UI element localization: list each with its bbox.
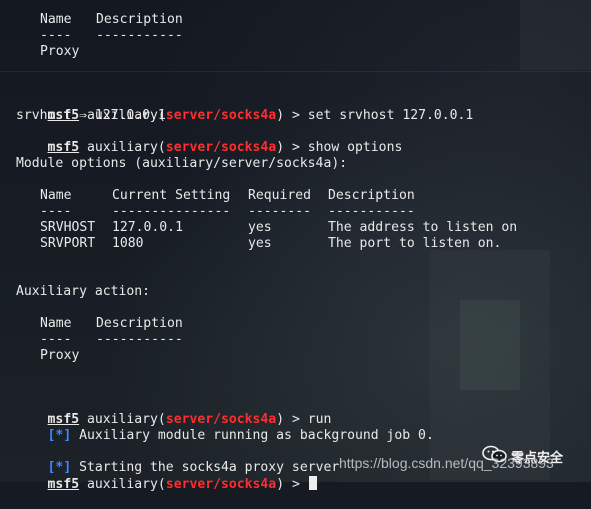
command-text: set srvhost 127.0.0.1	[307, 108, 474, 123]
option-required: yes	[248, 220, 272, 235]
info-marker: [*]	[47, 428, 72, 443]
action-proxy: Proxy	[40, 348, 80, 363]
msf-prompt: msf5	[47, 477, 80, 492]
col-separator: -----------	[328, 204, 415, 219]
col-separator: ----	[40, 204, 72, 219]
command-text: show options	[307, 140, 403, 155]
prompt-line: msf5 auxiliary(server/socks4a) > show op…	[47, 140, 403, 155]
text-cursor	[308, 476, 317, 490]
col-header-current-setting: Current Setting	[112, 188, 231, 203]
col-header-name: Name	[40, 188, 72, 203]
terminal-window[interactable]: Name Description ---- ----------- Proxy …	[0, 0, 591, 492]
auxiliary-action-title: Auxiliary action:	[16, 284, 151, 299]
option-name: SRVHOST	[40, 220, 96, 235]
option-description: The address to listen on	[328, 220, 518, 235]
option-description: The port to listen on.	[328, 236, 502, 251]
divider	[0, 71, 591, 72]
output-line: srvhost ⇒ 127.0.0.1	[16, 108, 166, 123]
header-name: Name	[40, 316, 72, 331]
msf-prompt: msf5	[47, 140, 80, 155]
option-value: 127.0.0.1	[112, 220, 183, 235]
module-name: server/socks4a	[165, 140, 277, 155]
col-separator: ---------------	[112, 204, 231, 219]
separator-description: -----------	[96, 28, 183, 43]
prompt-line: msf5 auxiliary(server/socks4a) > set srv…	[47, 108, 474, 123]
header-description: Description	[96, 12, 183, 27]
prompt-line: msf5 auxiliary(server/socks4a) > run	[47, 412, 332, 427]
option-name: SRVPORT	[40, 236, 96, 251]
module-name: server/socks4a	[165, 108, 277, 123]
info-line: [*] Auxiliary module running as backgrou…	[47, 428, 434, 443]
option-value: 1080	[112, 236, 144, 251]
module-name: server/socks4a	[165, 477, 277, 492]
col-header-description: Description	[328, 188, 415, 203]
col-separator: --------	[248, 204, 312, 219]
module-options-title: Module options (auxiliary/server/socks4a…	[16, 156, 348, 171]
header-description: Description	[96, 316, 183, 331]
col-header-required: Required	[248, 188, 312, 203]
active-prompt-line[interactable]: msf5 auxiliary(server/socks4a) >	[16, 460, 317, 492]
separator-name: ----	[40, 28, 72, 43]
separator-description: -----------	[96, 332, 183, 347]
action-proxy: Proxy	[40, 44, 80, 59]
separator-name: ----	[40, 332, 72, 347]
info-line: [*] Starting the socks4a proxy server	[47, 460, 340, 475]
header-name: Name	[40, 12, 72, 27]
option-required: yes	[248, 236, 272, 251]
watermark-url: https://blog.csdn.net/qq_32393893	[339, 455, 554, 471]
